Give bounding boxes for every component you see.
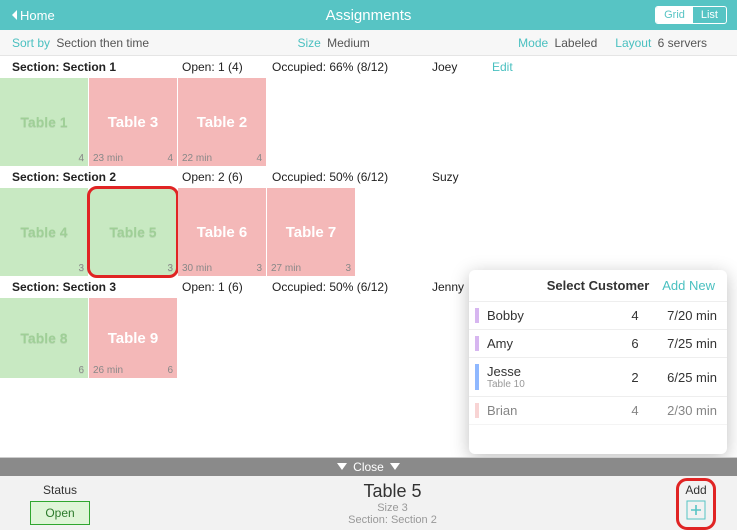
filter-bar: Sort by Section then time Size Medium Mo… xyxy=(0,30,737,56)
section-name: Section: Section 3 xyxy=(12,280,182,294)
customer-name: Bobby xyxy=(487,308,615,323)
mode-control[interactable]: Mode Labeled xyxy=(518,36,597,50)
table-tile[interactable]: Table 323 min4 xyxy=(89,78,177,166)
table-tile[interactable]: Table 86 xyxy=(0,298,88,378)
section-occupied: Occupied: 50% (6/12) xyxy=(272,170,432,184)
section-occupied: Occupied: 50% (6/12) xyxy=(272,280,432,294)
table-size: Size 3 xyxy=(120,502,665,514)
edit-button[interactable]: Edit xyxy=(492,60,513,74)
section-occupied: Occupied: 66% (8/12) xyxy=(272,60,432,74)
status-column: Status Open xyxy=(0,483,120,525)
wait-time: 6/25 min xyxy=(655,370,717,385)
add-column: Add xyxy=(665,481,737,527)
table-tile[interactable]: Table 14 xyxy=(0,78,88,166)
tables-row: Table 14 Table 323 min4 Table 222 min4 xyxy=(0,78,737,166)
close-label: Close xyxy=(353,460,384,474)
party-size: 2 xyxy=(615,370,655,385)
select-customer-popover: Select Customer Add New Bobby 4 7/20 min… xyxy=(469,270,727,454)
popover-header: Select Customer Add New xyxy=(469,270,727,302)
priority-stripe xyxy=(475,336,479,351)
wait-time: 7/20 min xyxy=(655,308,717,323)
customer-name: Brian xyxy=(487,403,615,418)
status-heading: Status xyxy=(0,483,120,497)
section-open-count: Open: 1 (6) xyxy=(182,280,272,294)
page-title: Assignments xyxy=(0,7,737,24)
panel-content: Status Open Table 5 Size 3 Section: Sect… xyxy=(0,476,737,531)
customer-list[interactable]: Bobby 4 7/20 min Amy 6 7/25 min Jesse Ta… xyxy=(469,302,727,454)
customer-list-item[interactable]: Bobby 4 7/20 min xyxy=(469,302,727,330)
customer-name: Jesse Table 10 xyxy=(487,364,615,390)
customer-sub: Table 10 xyxy=(487,379,615,390)
table-tile[interactable]: Table 43 xyxy=(0,188,88,276)
priority-stripe xyxy=(475,403,479,418)
party-size: 6 xyxy=(615,336,655,351)
view-list-button[interactable]: List xyxy=(693,7,726,23)
chevron-down-icon xyxy=(390,463,400,471)
table-info: Table 5 Size 3 Section: Section 2 xyxy=(120,481,665,526)
chevron-left-icon xyxy=(10,9,20,21)
view-grid-button[interactable]: Grid xyxy=(656,7,693,23)
party-size: 4 xyxy=(615,403,655,418)
tables-row: Table 43 Table 53 Table 630 min3 Table 7… xyxy=(0,188,737,276)
priority-stripe xyxy=(475,364,479,390)
add-callout: Add xyxy=(679,481,713,527)
home-label: Home xyxy=(20,8,55,23)
section-server: Suzy xyxy=(432,170,492,184)
wait-time: 2/30 min xyxy=(655,403,717,418)
layout-control[interactable]: Layout 6 servers xyxy=(615,36,707,50)
section-name: Section: Section 2 xyxy=(12,170,182,184)
table-detail-panel: Close Status Open Table 5 Size 3 Section… xyxy=(0,457,737,530)
wait-time: 7/25 min xyxy=(655,336,717,351)
header-bar: Home Assignments Grid List xyxy=(0,0,737,30)
add-new-customer-button[interactable]: Add New xyxy=(662,278,715,293)
customer-list-item[interactable]: Jesse Table 10 2 6/25 min xyxy=(469,358,727,397)
chevron-down-icon xyxy=(337,463,347,471)
section-server: Joey xyxy=(432,60,492,74)
view-toggle: Grid List xyxy=(655,6,727,24)
table-tile-selected[interactable]: Table 53 xyxy=(89,188,177,276)
plus-icon xyxy=(686,500,706,520)
size-control[interactable]: Size Medium xyxy=(297,36,369,50)
home-button[interactable]: Home xyxy=(10,8,55,23)
add-customer-button[interactable] xyxy=(685,499,707,521)
table-name: Table 5 xyxy=(120,481,665,502)
customer-name: Amy xyxy=(487,336,615,351)
table-tile[interactable]: Table 630 min3 xyxy=(178,188,266,276)
table-tile[interactable]: Table 222 min4 xyxy=(178,78,266,166)
section-header: Section: Section 1 Open: 1 (4) Occupied:… xyxy=(0,56,737,78)
close-panel-button[interactable]: Close xyxy=(0,458,737,476)
status-open-button[interactable]: Open xyxy=(30,501,89,525)
add-heading: Add xyxy=(685,483,707,497)
sort-control[interactable]: Sort by Section then time xyxy=(12,36,149,50)
customer-list-item[interactable]: Amy 6 7/25 min xyxy=(469,330,727,358)
table-tile[interactable]: Table 727 min3 xyxy=(267,188,355,276)
section-name: Section: Section 1 xyxy=(12,60,182,74)
priority-stripe xyxy=(475,308,479,323)
section-header: Section: Section 2 Open: 2 (6) Occupied:… xyxy=(0,166,737,188)
customer-list-item[interactable]: Brian 4 2/30 min xyxy=(469,397,727,425)
table-tile[interactable]: Table 926 min6 xyxy=(89,298,177,378)
section-open-count: Open: 2 (6) xyxy=(182,170,272,184)
party-size: 4 xyxy=(615,308,655,323)
table-section: Section: Section 2 xyxy=(120,514,665,526)
section-open-count: Open: 1 (4) xyxy=(182,60,272,74)
